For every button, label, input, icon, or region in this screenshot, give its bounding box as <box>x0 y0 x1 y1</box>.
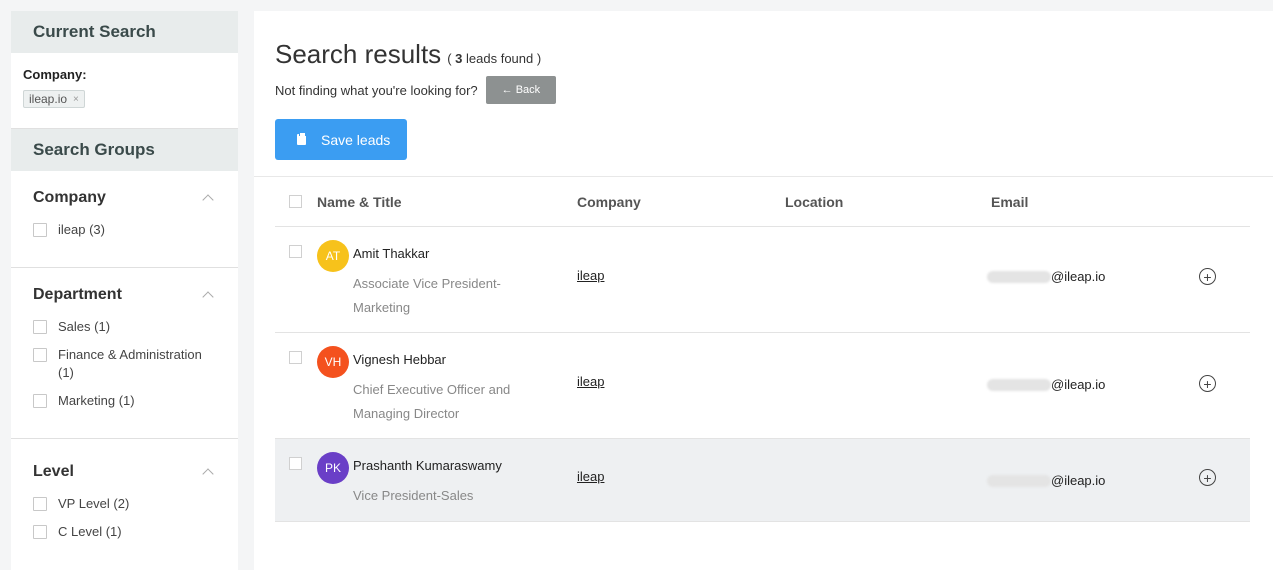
group-title: Level <box>33 463 74 480</box>
column-location: Location <box>785 193 844 210</box>
group-title: Company <box>33 189 106 206</box>
avatar: PK <box>317 452 349 484</box>
avatar: VH <box>317 346 349 378</box>
results-header: Search results ( 3 leads found ) Not fin… <box>254 11 1273 177</box>
table-header: Name & Title Company Location Email <box>275 177 1250 227</box>
search-groups-header: Search Groups <box>11 129 238 171</box>
save-leads-label: Save leads <box>321 131 391 148</box>
count-suffix: leads found ) <box>466 51 542 66</box>
filter-option[interactable]: VP Level (2) <box>33 495 216 513</box>
row-checkbox[interactable] <box>289 457 302 470</box>
lead-email: @ileap.io <box>987 269 1105 284</box>
filter-checkbox[interactable] <box>33 394 47 408</box>
filter-option-label: C Level (1) <box>58 524 122 539</box>
count-prefix: ( <box>447 51 452 66</box>
email-masked <box>987 378 1051 391</box>
lead-name: Amit Thakkar <box>353 246 430 261</box>
company-filter-tag[interactable]: ileap.io × <box>23 90 85 108</box>
filter-option-label: Finance & Administration (1) <box>58 347 202 380</box>
lead-title: Chief Executive Officer and Managing Dir… <box>353 382 511 421</box>
group-company: Company ileap (3) <box>11 171 238 268</box>
current-search-header: Current Search <box>11 11 238 53</box>
select-all-checkbox[interactable] <box>289 195 302 208</box>
remove-tag-icon[interactable]: × <box>73 94 79 105</box>
lead-name: Vignesh Hebbar <box>353 352 446 367</box>
group-department: Department Sales (1) Finance & Administr… <box>11 268 238 439</box>
lead-title: Vice President-Sales <box>353 488 474 503</box>
lead-email: @ileap.io <box>987 473 1105 488</box>
lead-company-link[interactable]: ileap <box>577 469 604 484</box>
filter-option[interactable]: Marketing (1) <box>33 392 216 410</box>
filter-option[interactable]: ileap (3) <box>33 221 216 239</box>
table-row: AT Amit Thakkar Associate Vice President… <box>275 227 1250 333</box>
table-row: VH Vignesh Hebbar Chief Executive Office… <box>275 333 1250 439</box>
filter-checkbox[interactable] <box>33 525 47 539</box>
lead-name: Prashanth Kumaraswamy <box>353 458 502 473</box>
chevron-up-icon[interactable] <box>202 291 214 303</box>
company-tag-label: ileap.io <box>29 92 68 106</box>
avatar: AT <box>317 240 349 272</box>
filter-option[interactable]: Sales (1) <box>33 318 216 336</box>
email-domain: @ileap.io <box>1051 377 1106 392</box>
count-number: 3 <box>455 51 463 66</box>
back-button[interactable]: ← Back <box>485 76 557 104</box>
email-masked <box>987 474 1051 487</box>
filter-option-label: VP Level (2) <box>58 496 130 511</box>
add-lead-icon[interactable]: + <box>1199 375 1216 392</box>
filter-option[interactable]: Finance & Administration (1) <box>33 346 216 382</box>
results-count: ( 3 leads found ) <box>447 51 541 66</box>
lead-company-link[interactable]: ileap <box>577 268 604 283</box>
group-level: Level VP Level (2) C Level (1) <box>11 439 238 569</box>
not-finding-line: Not finding what you're looking for? ← B… <box>275 76 1273 104</box>
filter-option-label: ileap (3) <box>58 222 105 237</box>
leads-table: Name & Title Company Location Email AT A… <box>275 177 1250 522</box>
filter-option-label: Marketing (1) <box>58 393 135 408</box>
row-checkbox[interactable] <box>289 351 302 364</box>
clipboard-icon <box>297 132 306 145</box>
main-panel: Search results ( 3 leads found ) Not fin… <box>254 11 1273 570</box>
group-title: Department <box>33 286 122 303</box>
page-title: Search results <box>275 39 442 69</box>
column-name-title: Name & Title <box>317 193 402 210</box>
group-level-header[interactable]: Level <box>33 463 216 481</box>
filter-checkbox[interactable] <box>33 348 47 362</box>
group-company-header[interactable]: Company <box>33 189 216 207</box>
filter-checkbox[interactable] <box>33 497 47 511</box>
column-company: Company <box>577 193 641 210</box>
chevron-up-icon[interactable] <box>202 468 214 480</box>
group-department-header[interactable]: Department <box>33 286 216 304</box>
add-lead-icon[interactable]: + <box>1199 469 1216 486</box>
lead-title: Associate Vice President-Marketing <box>353 276 501 315</box>
email-domain: @ileap.io <box>1051 269 1106 284</box>
sidebar: Current Search Company: ileap.io × Searc… <box>11 11 238 570</box>
filter-checkbox[interactable] <box>33 223 47 237</box>
company-filter-label: Company: <box>23 67 87 82</box>
save-leads-button[interactable]: Save leads <box>275 119 407 160</box>
row-checkbox[interactable] <box>289 245 302 258</box>
email-masked <box>987 270 1051 283</box>
filter-checkbox[interactable] <box>33 320 47 334</box>
title-line: Search results ( 3 leads found ) <box>275 39 1273 70</box>
lead-email: @ileap.io <box>987 377 1105 392</box>
column-email: Email <box>991 193 1029 210</box>
lead-company-link[interactable]: ileap <box>577 374 604 389</box>
email-domain: @ileap.io <box>1051 473 1106 488</box>
filter-option[interactable]: C Level (1) <box>33 523 216 541</box>
current-search-body: Company: ileap.io × <box>11 53 238 129</box>
table-row: PK Prashanth Kumaraswamy Vice President-… <box>275 439 1250 522</box>
filter-option-label: Sales (1) <box>58 319 111 334</box>
chevron-up-icon[interactable] <box>202 194 214 206</box>
add-lead-icon[interactable]: + <box>1199 268 1216 285</box>
not-finding-text: Not finding what you're looking for? <box>275 82 478 98</box>
